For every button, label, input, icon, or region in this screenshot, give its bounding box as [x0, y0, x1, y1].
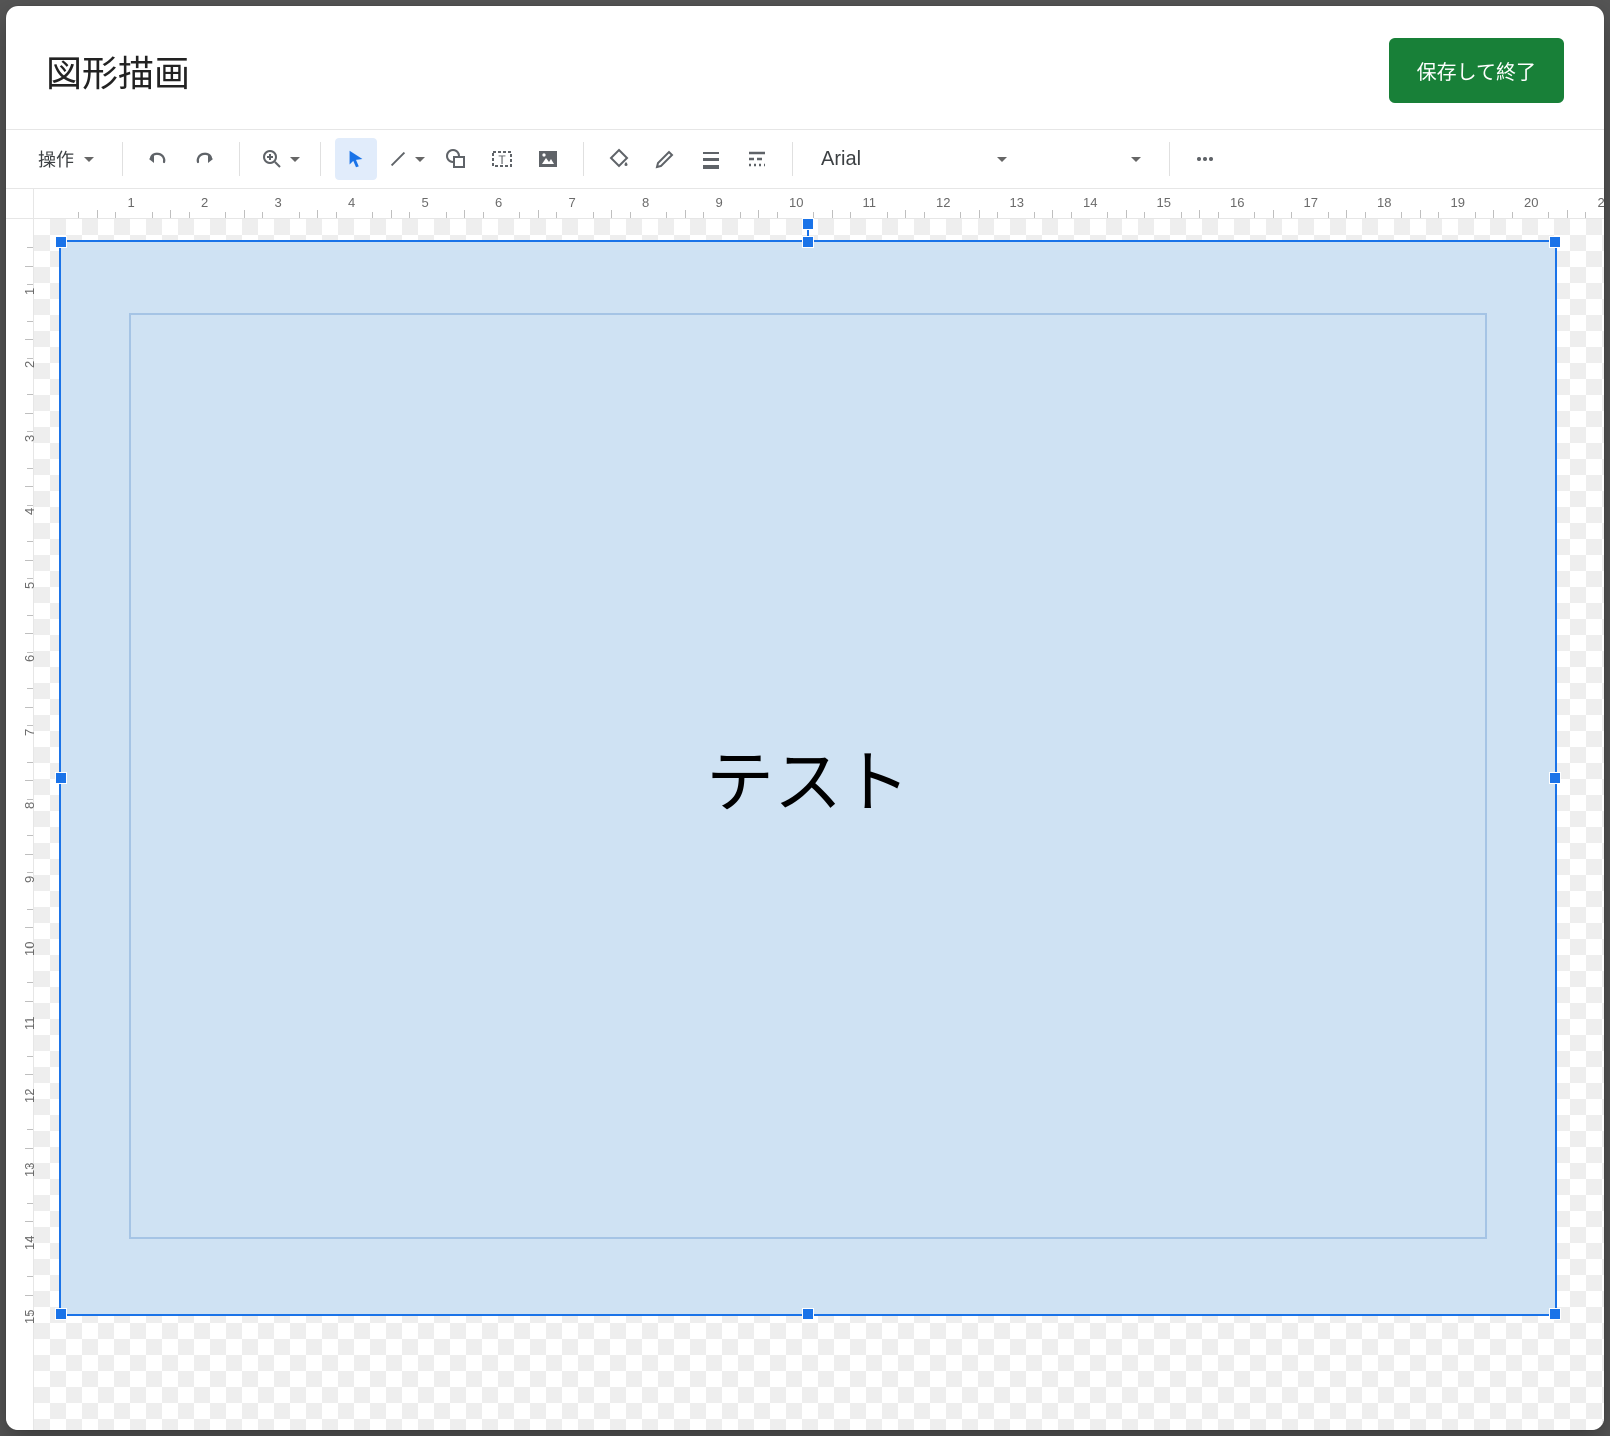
border-color-button[interactable] [644, 138, 686, 180]
ruler-h-label: 2 [201, 195, 208, 210]
font-size-selector[interactable] [1025, 138, 1155, 180]
ruler-corner [6, 189, 34, 219]
toolbar-separator [122, 142, 123, 176]
ruler-h-label: 11 [863, 195, 877, 210]
caret-down-icon [415, 157, 425, 162]
ruler-h-label: 3 [275, 195, 282, 210]
ruler-h-label: 18 [1377, 195, 1391, 210]
ruler-h-label: 9 [716, 195, 723, 210]
redo-icon [192, 147, 216, 171]
shape-tool-button[interactable] [435, 138, 477, 180]
toolbar-separator [239, 142, 240, 176]
ruler-h-label: 5 [422, 195, 429, 210]
pen-icon [653, 147, 677, 171]
ruler-h-label: 10 [789, 195, 803, 210]
line-icon [387, 148, 409, 170]
undo-button[interactable] [137, 138, 179, 180]
caret-down-icon [997, 157, 1007, 162]
zoom-icon [260, 147, 284, 171]
ruler-h-label: 20 [1524, 195, 1538, 210]
border-weight-button[interactable] [690, 138, 732, 180]
ruler-h-label: 4 [348, 195, 355, 210]
canvas[interactable]: テスト [34, 219, 1604, 1430]
resize-handle-nw[interactable] [55, 236, 67, 248]
textbox-icon: T [490, 147, 514, 171]
shape-icon [444, 147, 468, 171]
fill-color-button[interactable] [598, 138, 640, 180]
toolbar-separator [320, 142, 321, 176]
toolbar: 操作 T [6, 129, 1604, 189]
ruler-h-label: 13 [1010, 195, 1024, 210]
ruler-h-label: 17 [1304, 195, 1318, 210]
ruler-h-label: 19 [1451, 195, 1465, 210]
font-family-label: Arial [821, 148, 861, 171]
ruler-h-label: 14 [1083, 195, 1097, 210]
line-tool-button[interactable] [381, 138, 431, 180]
line-weight-icon [699, 147, 723, 171]
border-dash-button[interactable] [736, 138, 778, 180]
toolbar-separator [583, 142, 584, 176]
svg-text:T: T [498, 153, 506, 167]
save-and-close-button[interactable]: 保存して終了 [1389, 38, 1564, 103]
cursor-icon [345, 148, 367, 170]
shape-text: テスト [131, 315, 1485, 1237]
image-tool-button[interactable] [527, 138, 569, 180]
font-family-selector[interactable]: Arial [807, 138, 1021, 180]
resize-handle-s[interactable] [802, 1308, 814, 1320]
ruler-h-label: 8 [642, 195, 649, 210]
inner-rectangle-shape[interactable]: テスト [129, 313, 1487, 1239]
ruler-h-label: 7 [569, 195, 576, 210]
more-options-button[interactable] [1184, 138, 1226, 180]
resize-handle-se[interactable] [1549, 1308, 1561, 1320]
caret-down-icon [1131, 157, 1141, 162]
ruler-h-label: 12 [936, 195, 950, 210]
workspace: 123456789101112131415161718192021 123456… [6, 189, 1604, 1430]
caret-down-icon [84, 157, 94, 162]
line-dash-icon [745, 147, 769, 171]
ruler-h-label: 1 [128, 195, 135, 210]
ruler-h-label: 16 [1230, 195, 1244, 210]
rotation-handle[interactable] [802, 218, 814, 230]
resize-handle-w[interactable] [55, 772, 67, 784]
textbox-tool-button[interactable]: T [481, 138, 523, 180]
actions-menu-button[interactable]: 操作 [24, 138, 108, 180]
resize-handle-sw[interactable] [55, 1308, 67, 1320]
dialog-title: 図形描画 [46, 45, 190, 97]
ruler-h-label: 6 [495, 195, 502, 210]
dialog-header: 図形描画 保存して終了 [6, 6, 1604, 129]
actions-label: 操作 [38, 146, 74, 172]
zoom-button[interactable] [254, 138, 306, 180]
caret-down-icon [290, 157, 300, 162]
toolbar-separator [792, 142, 793, 176]
resize-handle-ne[interactable] [1549, 236, 1561, 248]
resize-handle-n[interactable] [802, 236, 814, 248]
drawing-dialog: 図形描画 保存して終了 操作 [6, 6, 1604, 1430]
vertical-ruler[interactable]: 123456789101112131415 [6, 219, 34, 1430]
toolbar-separator [1169, 142, 1170, 176]
undo-icon [146, 147, 170, 171]
horizontal-ruler[interactable]: 123456789101112131415161718192021 [34, 189, 1604, 219]
select-tool-button[interactable] [335, 138, 377, 180]
ruler-h-label: 15 [1157, 195, 1171, 210]
paint-bucket-icon [607, 147, 631, 171]
image-icon [536, 147, 560, 171]
ruler-h-label: 21 [1598, 195, 1605, 210]
redo-button[interactable] [183, 138, 225, 180]
more-horizontal-icon [1193, 147, 1217, 171]
resize-handle-e[interactable] [1549, 772, 1561, 784]
